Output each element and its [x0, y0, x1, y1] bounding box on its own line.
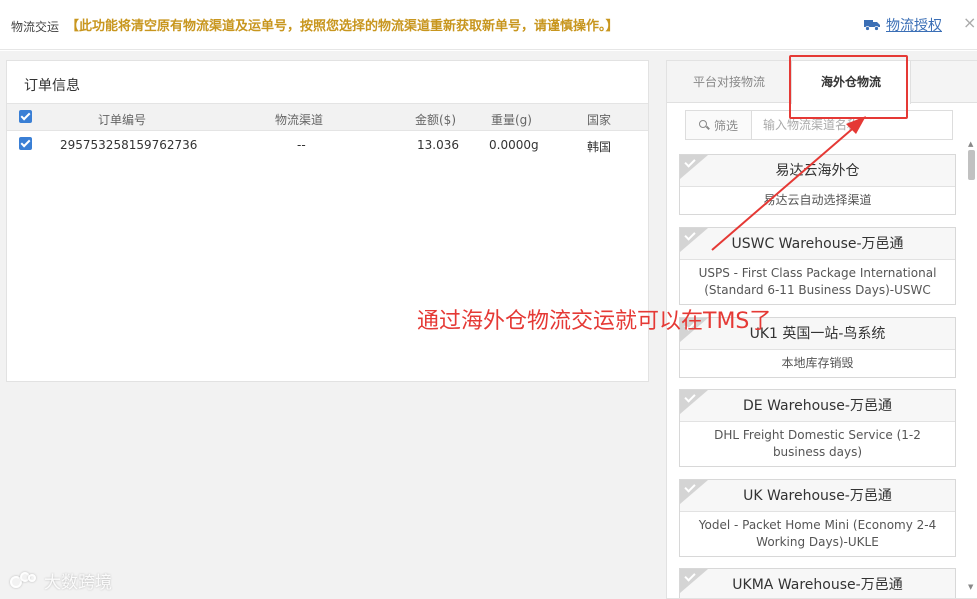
channel-card[interactable]: UK1 英国一站-鸟系统 本地库存销毁 — [679, 317, 956, 378]
filter-button-label: 筛选 — [713, 118, 738, 133]
logistics-auth-label: 物流授权 — [886, 18, 942, 34]
channel-service: 易达云自动选择渠道 — [763, 193, 872, 207]
cell-channel: -- — [297, 138, 306, 152]
search-icon — [698, 119, 710, 131]
channel-name: USWC Warehouse-万邑通 — [731, 236, 904, 252]
channel-name: UKMA Warehouse-万邑通 — [732, 577, 903, 593]
channel-service: DHL Freight Domestic Service (1-2 busine… — [714, 428, 921, 459]
scrollbar-thumb[interactable] — [968, 150, 975, 180]
col-amount: 金额($) — [415, 113, 456, 127]
logistics-auth-link[interactable]: 物流授权 — [864, 15, 942, 35]
channel-name: UK1 英国一站-鸟系统 — [749, 326, 886, 342]
tab-platform-logistics[interactable]: 平台对接物流 — [667, 61, 791, 103]
channel-tabs: 平台对接物流 海外仓物流 — [667, 61, 977, 104]
channel-card[interactable]: UK Warehouse-万邑通 Yodel - Packet Home Min… — [679, 479, 956, 557]
scroll-up-icon[interactable]: ▲ — [968, 140, 973, 148]
order-info-panel: 订单信息 订单编号 物流渠道 金额($) 重量(g) 国家 2957532581… — [6, 60, 649, 382]
dialog-title: 物流交运 — [11, 20, 60, 34]
channel-card-title: UKMA Warehouse-万邑通 — [680, 569, 955, 598]
watermark-text: 大数跨境 — [44, 573, 112, 593]
order-panel-title: 订单信息 — [24, 78, 80, 94]
cell-order-no: 295753258159762736 — [60, 138, 198, 152]
channel-card-title: 易达云海外仓 — [680, 155, 955, 187]
channel-card-title: UK Warehouse-万邑通 — [680, 480, 955, 512]
col-weight: 重量(g) — [491, 113, 532, 127]
cell-country: 韩国 — [587, 140, 612, 154]
watermark: 大数跨境 — [10, 568, 112, 593]
channel-search-input[interactable] — [753, 111, 952, 139]
channel-card-title: UK1 英国一站-鸟系统 — [680, 318, 955, 350]
channel-name: DE Warehouse-万邑通 — [743, 398, 892, 414]
table-row: 295753258159762736 -- 13.036 0.0000g 韩国 — [7, 131, 648, 159]
close-icon[interactable]: × — [963, 13, 976, 32]
channel-card[interactable]: USWC Warehouse-万邑通 USPS - First Class Pa… — [679, 227, 956, 305]
col-order-no: 订单编号 — [98, 113, 147, 127]
select-all-checkbox[interactable] — [19, 110, 32, 123]
channel-search: 筛选 — [685, 110, 953, 140]
channel-name: UK Warehouse-万邑通 — [743, 488, 892, 504]
channel-name: 易达云海外仓 — [775, 163, 860, 179]
channel-card[interactable]: 易达云海外仓 易达云自动选择渠道 — [679, 154, 956, 215]
cell-weight: 0.0000g — [489, 138, 539, 152]
warning-message: 【此功能将清空原有物流渠道及运单号，按照您选择的物流渠道重新获取新单号，请谨慎操… — [66, 19, 619, 34]
channel-card[interactable]: UKMA Warehouse-万邑通 — [679, 568, 956, 598]
tab-overseas-logistics[interactable]: 海外仓物流 — [791, 61, 911, 104]
truck-icon — [864, 20, 880, 31]
channel-panel: 平台对接物流 海外仓物流 筛选 易达云海外仓 易达云自动选择渠道 USWC Wa… — [666, 60, 977, 599]
col-channel: 物流渠道 — [275, 113, 324, 127]
order-table: 订单编号 物流渠道 金额($) 重量(g) 国家 295753258159762… — [7, 103, 648, 159]
channel-card[interactable]: DE Warehouse-万邑通 DHL Freight Domestic Se… — [679, 389, 956, 467]
watermark-logo-icon — [10, 571, 38, 590]
filter-button[interactable]: 筛选 — [686, 111, 752, 139]
cell-amount: 13.036 — [417, 138, 459, 152]
channel-service: Yodel - Packet Home Mini (Economy 2-4 Wo… — [698, 518, 937, 549]
channel-card-title: USWC Warehouse-万邑通 — [680, 228, 955, 260]
channel-service: 本地库存销毁 — [781, 356, 854, 370]
dialog-header: 物流交运 【此功能将清空原有物流渠道及运单号，按照您选择的物流渠道重新获取新单号… — [0, 0, 977, 50]
row-checkbox[interactable] — [19, 137, 32, 150]
scroll-down-icon[interactable]: ▼ — [968, 583, 973, 591]
col-country: 国家 — [587, 113, 612, 127]
order-table-header: 订单编号 物流渠道 金额($) 重量(g) 国家 — [7, 103, 648, 131]
channel-service: USPS - First Class Package International… — [698, 266, 937, 297]
channel-card-title: DE Warehouse-万邑通 — [680, 390, 955, 422]
